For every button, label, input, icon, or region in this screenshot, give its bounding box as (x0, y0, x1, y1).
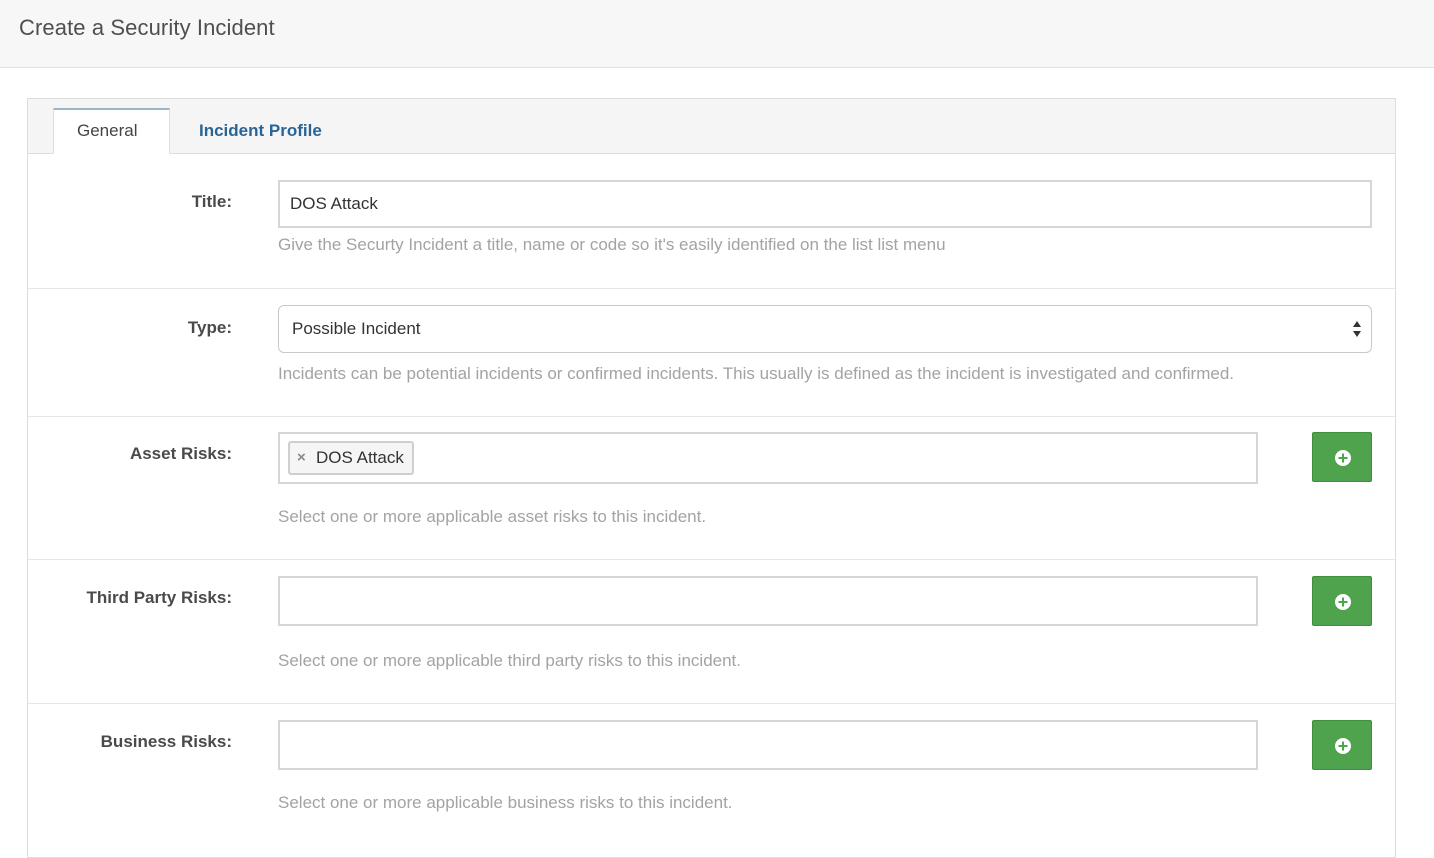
business-risks-multiselect[interactable] (278, 720, 1258, 770)
form-panel: General Incident Profile Title: Give the… (27, 98, 1396, 858)
type-help-text: Incidents can be potential incidents or … (278, 364, 1235, 383)
add-business-risk-button[interactable] (1312, 720, 1372, 770)
tab-general[interactable]: General (53, 108, 170, 154)
business-risks-row: Business Risks: Select one or more appli… (28, 704, 1395, 854)
plus-circle-icon (1335, 594, 1351, 610)
title-label: Title: (191, 192, 232, 211)
page-title: Create a Security Incident (19, 15, 275, 40)
page-header: Create a Security Incident (0, 0, 1434, 68)
third-party-risks-row: Third Party Risks: Select one or more ap… (28, 560, 1395, 704)
type-label: Type: (187, 318, 232, 337)
third-party-risks-label: Third Party Risks: (86, 588, 233, 607)
type-select-value: Possible Incident (292, 319, 421, 338)
asset-risks-label: Asset Risks: (129, 444, 232, 463)
third-party-risks-help-text: Select one or more applicable third part… (278, 651, 742, 670)
asset-risk-tag-label: DOS Attack (316, 448, 404, 467)
tabs-bar: General Incident Profile (28, 99, 1395, 154)
asset-risks-help-text: Select one or more applicable asset risk… (278, 507, 707, 526)
asset-risk-tag: × DOS Attack (288, 441, 414, 475)
type-row: Type: Possible Incident Incidents can be… (28, 289, 1395, 417)
title-row: Title: Give the Securty Incident a title… (28, 154, 1395, 289)
third-party-risks-multiselect[interactable] (278, 576, 1258, 626)
close-icon[interactable]: × (297, 443, 306, 473)
asset-risks-multiselect[interactable]: × DOS Attack (278, 432, 1258, 484)
business-risks-label: Business Risks: (100, 732, 232, 751)
tab-incident-profile[interactable]: Incident Profile (176, 108, 345, 154)
add-third-party-risk-button[interactable] (1312, 576, 1372, 626)
business-risks-help-text: Select one or more applicable business r… (278, 793, 733, 812)
sort-arrows-icon (1353, 321, 1361, 337)
title-help-text: Give the Securty Incident a title, name … (278, 235, 946, 254)
plus-circle-icon (1335, 738, 1351, 754)
title-input[interactable] (278, 180, 1372, 228)
asset-risks-row: Asset Risks: × DOS Attack Select one or … (28, 417, 1395, 560)
type-select[interactable]: Possible Incident (278, 305, 1372, 353)
plus-circle-icon (1335, 450, 1351, 466)
add-asset-risk-button[interactable] (1312, 432, 1372, 482)
